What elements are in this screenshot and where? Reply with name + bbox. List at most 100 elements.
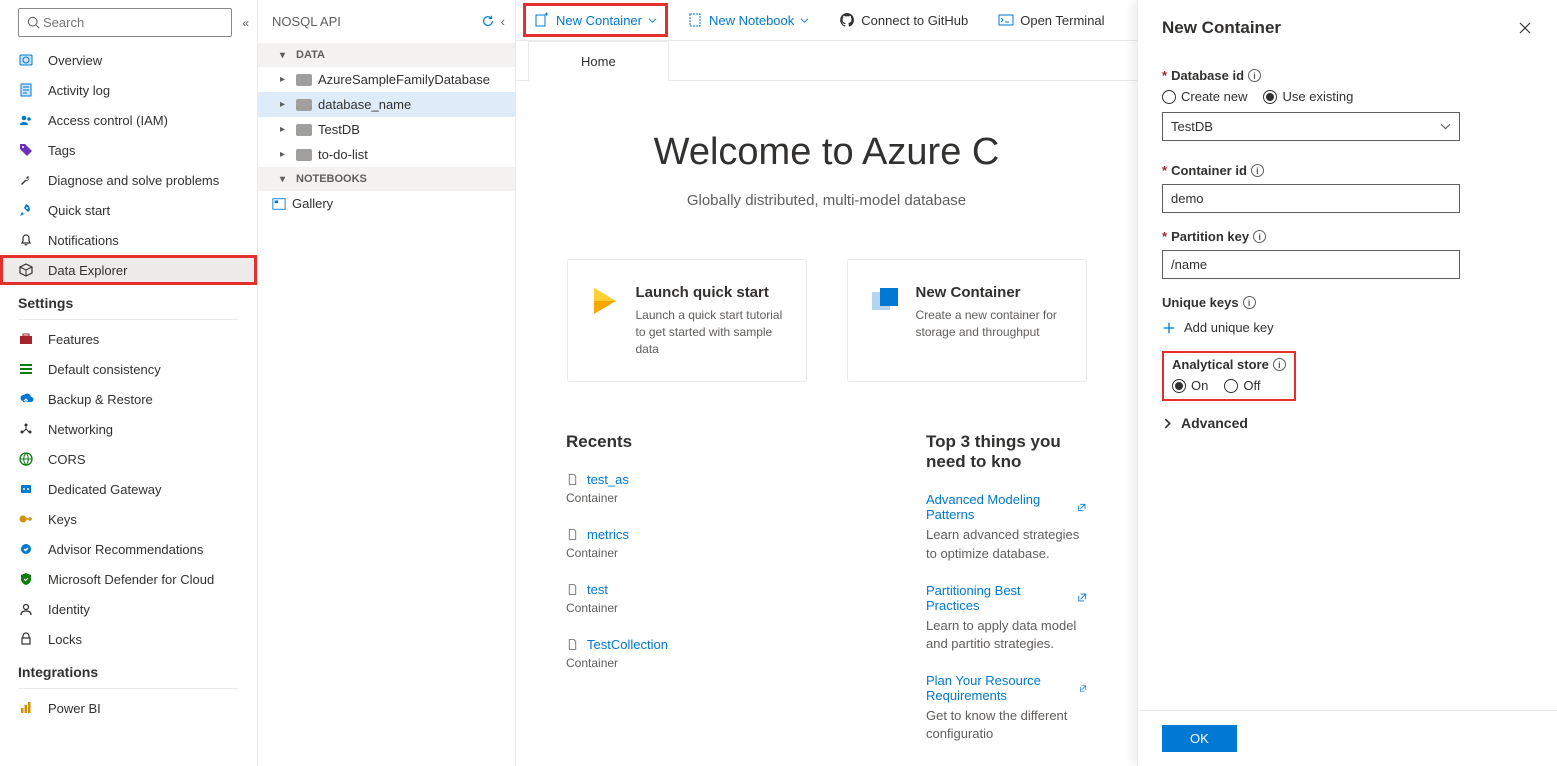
chevron-right-icon: ▸ — [280, 124, 290, 135]
close-icon[interactable] — [1517, 20, 1533, 36]
nav-item-cors[interactable]: CORS — [0, 444, 257, 474]
nav-item-advisor-recommendations[interactable]: Advisor Recommendations — [0, 534, 257, 564]
nav-item-label: Default consistency — [48, 362, 161, 377]
welcome-card[interactable]: New ContainerCreate a new container for … — [847, 259, 1087, 382]
topic-link[interactable]: Plan Your Resource Requirements — [926, 673, 1087, 703]
section-header: Integrations — [0, 654, 257, 684]
recent-item: TestCollectionContainer — [566, 637, 846, 670]
external-link-icon — [1077, 592, 1087, 603]
nav-item-default-consistency[interactable]: Default consistency — [0, 354, 257, 384]
info-icon[interactable]: i — [1243, 296, 1256, 309]
search-input[interactable] — [41, 13, 223, 32]
nav-item-label: Networking — [48, 422, 113, 437]
db-node[interactable]: ▸database_name — [258, 92, 515, 117]
document-icon — [566, 473, 579, 486]
nav-item-quick-start[interactable]: Quick start — [0, 195, 257, 225]
people-icon — [18, 112, 34, 128]
nav-item-label: Overview — [48, 53, 102, 68]
external-link-icon — [1077, 502, 1087, 513]
nav-item-backup-restore[interactable]: Backup & Restore — [0, 384, 257, 414]
radio-analytical-off[interactable]: Off — [1224, 378, 1260, 393]
nav-item-label: Identity — [48, 602, 90, 617]
nav-item-data-explorer[interactable]: Data Explorer — [0, 255, 257, 285]
nav-item-label: Locks — [48, 632, 82, 647]
nav-item-label: Microsoft Defender for Cloud — [48, 572, 214, 587]
topic-link[interactable]: Partitioning Best Practices — [926, 583, 1087, 613]
database-icon — [296, 99, 312, 111]
welcome-card[interactable]: Launch quick startLaunch a quick start t… — [567, 259, 807, 382]
nav-item-overview[interactable]: Overview — [0, 45, 257, 75]
nav-item-label: Keys — [48, 512, 77, 527]
card-desc: Launch a quick start tutorial to get sta… — [636, 307, 786, 357]
nav-item-label: Access control (IAM) — [48, 113, 168, 128]
tab-home[interactable]: Home — [528, 41, 669, 81]
terminal-icon — [998, 12, 1014, 28]
recents-title: Recents — [566, 432, 846, 452]
recent-link[interactable]: metrics — [566, 527, 846, 542]
new-container-panel: New Container *Database idi Create new U… — [1137, 0, 1557, 766]
new-container-button[interactable]: New Container — [528, 8, 663, 32]
connect-github-button[interactable]: Connect to GitHub — [833, 8, 974, 32]
nav-item-label: Quick start — [48, 203, 110, 218]
add-unique-key-button[interactable]: Add unique key — [1162, 316, 1533, 339]
open-terminal-button[interactable]: Open Terminal — [992, 8, 1110, 32]
document-icon — [566, 528, 579, 541]
gateway-icon — [18, 481, 34, 497]
nav-item-dedicated-gateway[interactable]: Dedicated Gateway — [0, 474, 257, 504]
ok-button[interactable]: OK — [1162, 725, 1237, 752]
nav-item-tags[interactable]: Tags — [0, 135, 257, 165]
section-header: Settings — [0, 285, 257, 315]
advisor-icon — [18, 541, 34, 557]
recent-link[interactable]: test_as — [566, 472, 846, 487]
recent-link[interactable]: test — [566, 582, 846, 597]
info-icon[interactable]: i — [1248, 69, 1261, 82]
nav-item-diagnose-and-solve-problems[interactable]: Diagnose and solve problems — [0, 165, 257, 195]
document-icon — [566, 583, 579, 596]
nav-item-label: Activity log — [48, 83, 110, 98]
refresh-icon[interactable] — [481, 14, 495, 28]
cloud-up-icon — [18, 391, 34, 407]
tree-group-notebooks[interactable]: ▾ NOTEBOOKS — [258, 167, 515, 191]
nav-item-keys[interactable]: Keys — [0, 504, 257, 534]
radio-analytical-on[interactable]: On — [1172, 378, 1208, 393]
wrench-icon — [18, 172, 34, 188]
nav-item-power-bi[interactable]: Power BI — [0, 693, 257, 723]
collapse-tree-icon[interactable]: ‹ — [501, 14, 505, 29]
tab-bar: Home — [516, 41, 1137, 81]
info-icon[interactable]: i — [1273, 358, 1286, 371]
top3-title: Top 3 things you need to kno — [926, 432, 1087, 472]
partition-key-input[interactable]: /name — [1162, 250, 1460, 279]
container-id-input[interactable]: demo — [1162, 184, 1460, 213]
recent-link[interactable]: TestCollection — [566, 637, 846, 652]
db-node[interactable]: ▸TestDB — [258, 117, 515, 142]
nav-item-label: Advisor Recommendations — [48, 542, 203, 557]
database-select[interactable]: TestDB — [1162, 112, 1460, 141]
nav-item-locks[interactable]: Locks — [0, 624, 257, 654]
advanced-toggle[interactable]: Advanced — [1162, 415, 1533, 431]
info-icon[interactable]: i — [1253, 230, 1266, 243]
recent-item: testContainer — [566, 582, 846, 615]
identity-icon — [18, 601, 34, 617]
nav-item-networking[interactable]: Networking — [0, 414, 257, 444]
topic-link[interactable]: Advanced Modeling Patterns — [926, 492, 1087, 522]
topic-desc: Get to know the different configuratio — [926, 707, 1087, 743]
tree-panel: NOSQL API ‹ ▾ DATA ▸AzureSampleFamilyDat… — [258, 0, 516, 766]
nav-item-identity[interactable]: Identity — [0, 594, 257, 624]
nav-item-access-control-iam-[interactable]: Access control (IAM) — [0, 105, 257, 135]
nav-item-notifications[interactable]: Notifications — [0, 225, 257, 255]
new-notebook-button[interactable]: New Notebook — [681, 8, 815, 32]
cors-icon — [18, 451, 34, 467]
collapse-sidebar-icon[interactable]: « — [242, 16, 249, 30]
tree-group-data[interactable]: ▾ DATA — [258, 43, 515, 67]
nav-item-microsoft-defender-for-cloud[interactable]: Microsoft Defender for Cloud — [0, 564, 257, 594]
radio-use-existing[interactable]: Use existing — [1263, 89, 1353, 104]
gallery-node[interactable]: Gallery — [258, 191, 515, 216]
nav-item-features[interactable]: Features — [0, 324, 257, 354]
briefcase-icon — [18, 331, 34, 347]
info-icon[interactable]: i — [1251, 164, 1264, 177]
db-node[interactable]: ▸to-do-list — [258, 142, 515, 167]
search-input-wrapper[interactable] — [18, 8, 232, 37]
nav-item-activity-log[interactable]: Activity log — [0, 75, 257, 105]
db-node[interactable]: ▸AzureSampleFamilyDatabase — [258, 67, 515, 92]
radio-create-new[interactable]: Create new — [1162, 89, 1247, 104]
